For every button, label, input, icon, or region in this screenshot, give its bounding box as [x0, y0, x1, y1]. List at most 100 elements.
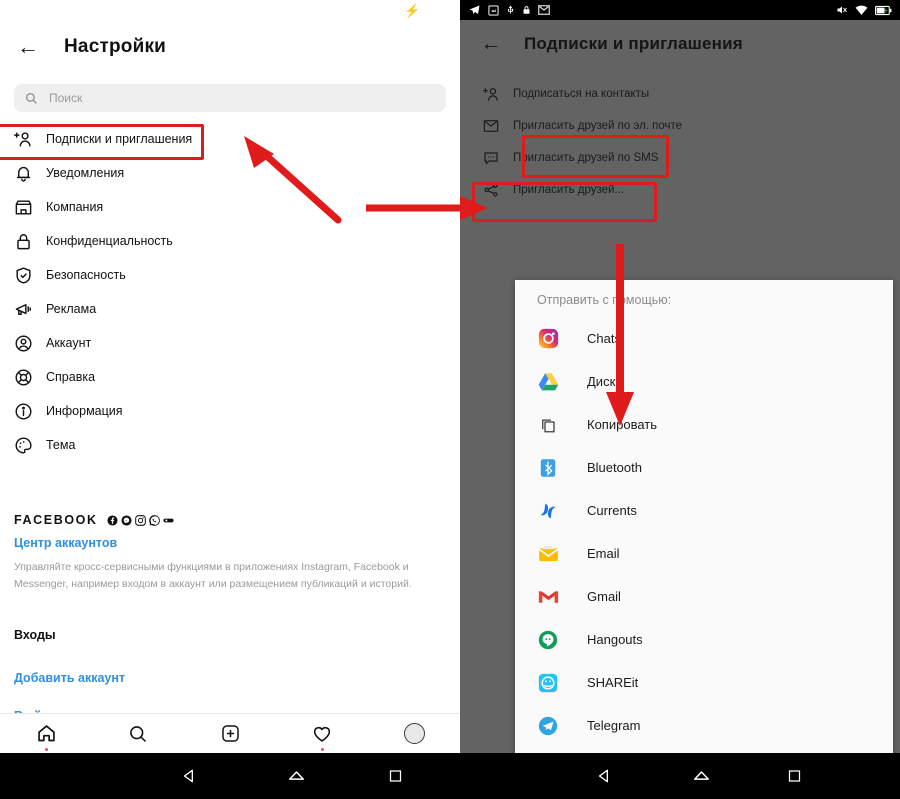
sidebar-item-label: Информация: [46, 404, 123, 418]
left-android-system-nav: [0, 753, 460, 799]
back-triangle-icon[interactable]: [181, 768, 198, 785]
sidebar-item-help[interactable]: Справка: [0, 360, 460, 394]
share-option-telegram[interactable]: Telegram: [515, 704, 893, 747]
sidebar-item-subscriptions[interactable]: Подписки и приглашения: [0, 122, 460, 156]
email-icon: [538, 5, 550, 15]
share-option-label: SHAREit: [587, 675, 639, 690]
add-account-link[interactable]: Добавить аккаунт: [14, 671, 125, 685]
menu-item-invite-email[interactable]: Пригласить друзей по эл. почте: [460, 110, 900, 142]
menu-item-label: Пригласить друзей по SMS: [513, 152, 659, 164]
shield-check-icon: [14, 266, 33, 285]
sidebar-item-information[interactable]: Информация: [0, 394, 460, 428]
home-badge-dot: [44, 747, 48, 751]
sidebar-item-theme[interactable]: Тема: [0, 428, 460, 462]
bell-icon: [14, 164, 33, 183]
facebook-section: FACEBOOK Центр аккаунтов Управляйте крос…: [14, 512, 446, 593]
share-option-bluetooth[interactable]: Bluetooth: [515, 446, 893, 489]
status-bar-left-icons: [468, 4, 550, 16]
home-pentagon-icon[interactable]: [692, 767, 711, 786]
storefront-icon: [14, 198, 33, 217]
currents-icon: [537, 500, 559, 522]
share-option-drive[interactable]: Диск: [515, 360, 893, 403]
lifebuoy-icon: [14, 368, 33, 387]
sidebar-item-security[interactable]: Безопасность: [0, 258, 460, 292]
heart-icon: [313, 726, 331, 742]
menu-item-label: Пригласить друзей по эл. почте: [513, 120, 683, 132]
account-circle-icon: [14, 334, 33, 353]
battery-charging-icon: [875, 5, 892, 15]
share-option-shareit[interactable]: SHAREit: [515, 661, 893, 704]
avatar-icon: [403, 723, 425, 744]
subscriptions-menu-list: Подписаться на контакты Пригласить друзе…: [460, 78, 900, 206]
email-envelope-icon: [537, 543, 559, 565]
nav-home-button[interactable]: [20, 718, 72, 751]
wifi-icon: [855, 5, 868, 15]
sms-bubble-icon: [482, 150, 500, 166]
share-option-copy[interactable]: Копировать: [515, 403, 893, 446]
nav-add-post-button[interactable]: [204, 718, 256, 750]
sidebar-item-ads[interactable]: Реклама: [0, 292, 460, 326]
info-circle-icon: [14, 402, 33, 421]
recents-square-icon[interactable]: [388, 769, 403, 784]
search-icon: [25, 92, 37, 104]
telegram-icon: [469, 5, 480, 14]
left-status-bar: ⚡: [0, 0, 460, 22]
share-option-chats[interactable]: Chats: [515, 317, 893, 360]
sidebar-item-privacy[interactable]: Конфиденциальность: [0, 224, 460, 258]
share-option-currents[interactable]: Currents: [515, 489, 893, 532]
right-android-system-nav: [460, 753, 900, 799]
share-option-label: Chats: [587, 331, 621, 346]
logins-section-title: Входы: [14, 628, 56, 642]
add-post-icon: [221, 725, 239, 742]
facebook-icon: [107, 514, 118, 526]
page-title: Подписки и приглашения: [524, 34, 743, 53]
add-person-icon: [482, 86, 500, 103]
share-option-email[interactable]: Email: [515, 532, 893, 575]
share-option-gmail[interactable]: Gmail: [515, 575, 893, 618]
nav-activity-button[interactable]: [296, 718, 348, 751]
right-phone-screen: ← Подписки и приглашения Подписаться на …: [460, 0, 900, 799]
recents-square-icon[interactable]: [787, 769, 802, 784]
sidebar-item-notifications[interactable]: Уведомления: [0, 156, 460, 190]
nav-profile-button[interactable]: [388, 718, 440, 750]
screenshot-icon: [488, 4, 499, 16]
settings-menu-list: Подписки и приглашения Уведомления Компа…: [0, 122, 460, 462]
facebook-section-description: Управляйте кросс-сервисными функциями в …: [14, 561, 412, 590]
bluetooth-icon: [537, 457, 559, 479]
menu-item-invite-sms[interactable]: Пригласить друзей по SMS: [460, 142, 900, 174]
messenger-icon: [121, 514, 132, 526]
envelope-icon: [482, 118, 500, 134]
menu-item-invite-friends-share[interactable]: Пригласить друзей...: [460, 174, 900, 206]
usb-icon: [507, 5, 514, 14]
left-phone-screen: ⚡ ← Настройки Поиск Подписки и приглашен…: [0, 0, 460, 799]
menu-item-label: Подписаться на контакты: [513, 88, 650, 100]
nav-search-button[interactable]: [112, 718, 164, 750]
telegram-icon: [537, 715, 559, 737]
back-arrow-icon[interactable]: ←: [478, 31, 504, 57]
instagram-icon: [134, 514, 146, 526]
back-arrow-icon[interactable]: ←: [14, 33, 42, 61]
sidebar-item-label: Тема: [46, 438, 76, 452]
page-title: Настройки: [64, 36, 167, 57]
sidebar-item-label: Справка: [46, 370, 96, 384]
lightning-bolt-icon: ⚡: [404, 3, 421, 18]
menu-item-follow-contacts[interactable]: Подписаться на контакты: [460, 78, 900, 110]
lock-icon: [14, 232, 33, 251]
sidebar-item-account[interactable]: Аккаунт: [0, 326, 460, 360]
back-triangle-icon[interactable]: [596, 768, 613, 785]
sidebar-item-label: Реклама: [46, 302, 97, 316]
palette-icon: [14, 436, 33, 455]
sidebar-item-business[interactable]: Компания: [0, 190, 460, 224]
search-icon: [130, 725, 147, 742]
megaphone-icon: [14, 300, 33, 319]
share-nodes-icon: [482, 182, 500, 198]
search-input[interactable]: Поиск: [14, 84, 446, 112]
accounts-center-link[interactable]: Центр аккаунтов: [14, 536, 446, 550]
share-option-hangouts[interactable]: Hangouts: [515, 618, 893, 661]
share-option-label: Диск: [587, 374, 616, 389]
home-pentagon-icon[interactable]: [287, 767, 306, 786]
mute-icon: [837, 6, 847, 14]
share-option-label: Bluetooth: [587, 460, 642, 475]
hangouts-icon: [537, 629, 559, 651]
sidebar-item-label: Аккаунт: [46, 336, 92, 350]
